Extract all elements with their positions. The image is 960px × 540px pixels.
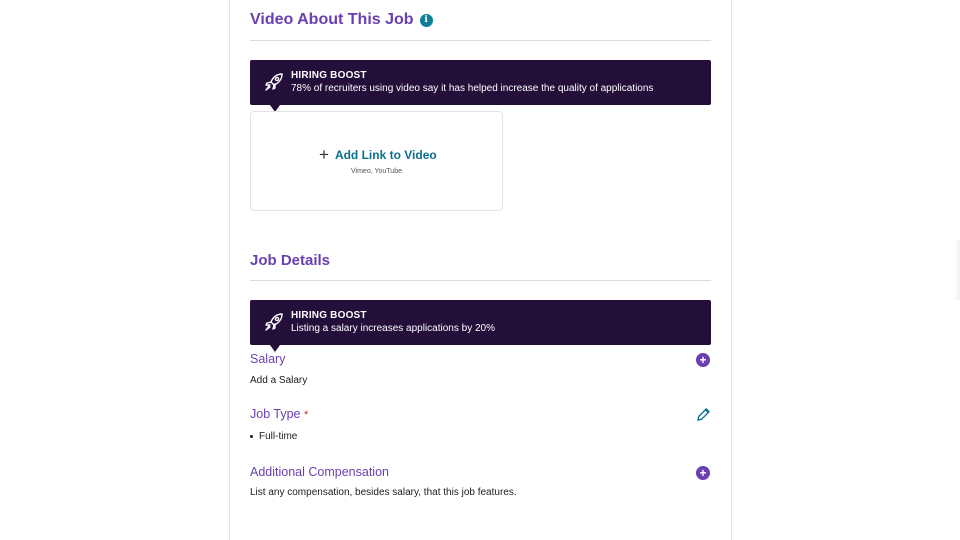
- boost-title: HIRING BOOST: [291, 310, 367, 321]
- video-section-title-text: Video About This Job: [250, 11, 414, 28]
- add-compensation-button[interactable]: +: [696, 466, 710, 480]
- info-icon[interactable]: i: [419, 13, 433, 27]
- rocket-icon: [265, 313, 283, 331]
- job-type-item: Full-time: [250, 431, 297, 442]
- hiring-boost-banner-video: HIRING BOOST 78% of recruiters using vid…: [250, 60, 711, 112]
- video-section-title: Video About This Job i: [250, 11, 433, 29]
- salary-label: Salary: [250, 352, 286, 366]
- boost-text: 78% of recruiters using video say it has…: [291, 83, 654, 94]
- side-panel-edge: [954, 240, 960, 300]
- add-video-card[interactable]: + Add Link to Video Vimeo, YouTube: [250, 111, 503, 211]
- additional-compensation-label: Additional Compensation: [250, 465, 389, 479]
- job-type-label-text: Job Type: [250, 407, 301, 421]
- video-providers-text: Vimeo, YouTube: [351, 168, 402, 175]
- job-details-title-text: Job Details: [250, 252, 331, 269]
- salary-value: Add a Salary: [250, 375, 308, 386]
- hiring-boost-banner-salary: HIRING BOOST Listing a salary increases …: [250, 300, 711, 352]
- bullet: [250, 435, 253, 438]
- rocket-icon: [265, 73, 283, 91]
- additional-compensation-description: List any compensation, besides salary, t…: [250, 487, 517, 498]
- job-details-title: Job Details: [250, 252, 330, 269]
- add-salary-button[interactable]: +: [696, 353, 710, 367]
- add-video-link-label: Add Link to Video: [334, 148, 437, 162]
- boost-title: HIRING BOOST: [291, 70, 367, 81]
- boost-text: Listing a salary increases applications …: [291, 323, 495, 334]
- divider: [250, 40, 711, 41]
- required-mark: *: [304, 409, 309, 421]
- edit-job-type-pencil-icon[interactable]: [696, 407, 711, 422]
- job-form-panel: Video About This Job i HIRING BOOST 78% …: [229, 0, 732, 540]
- job-type-value: Full-time: [259, 431, 298, 442]
- plus-icon: +: [319, 145, 329, 164]
- job-type-label: Job Type *: [250, 407, 308, 421]
- add-video-link-button[interactable]: + Add Link to Video: [319, 145, 437, 164]
- divider: [250, 280, 711, 281]
